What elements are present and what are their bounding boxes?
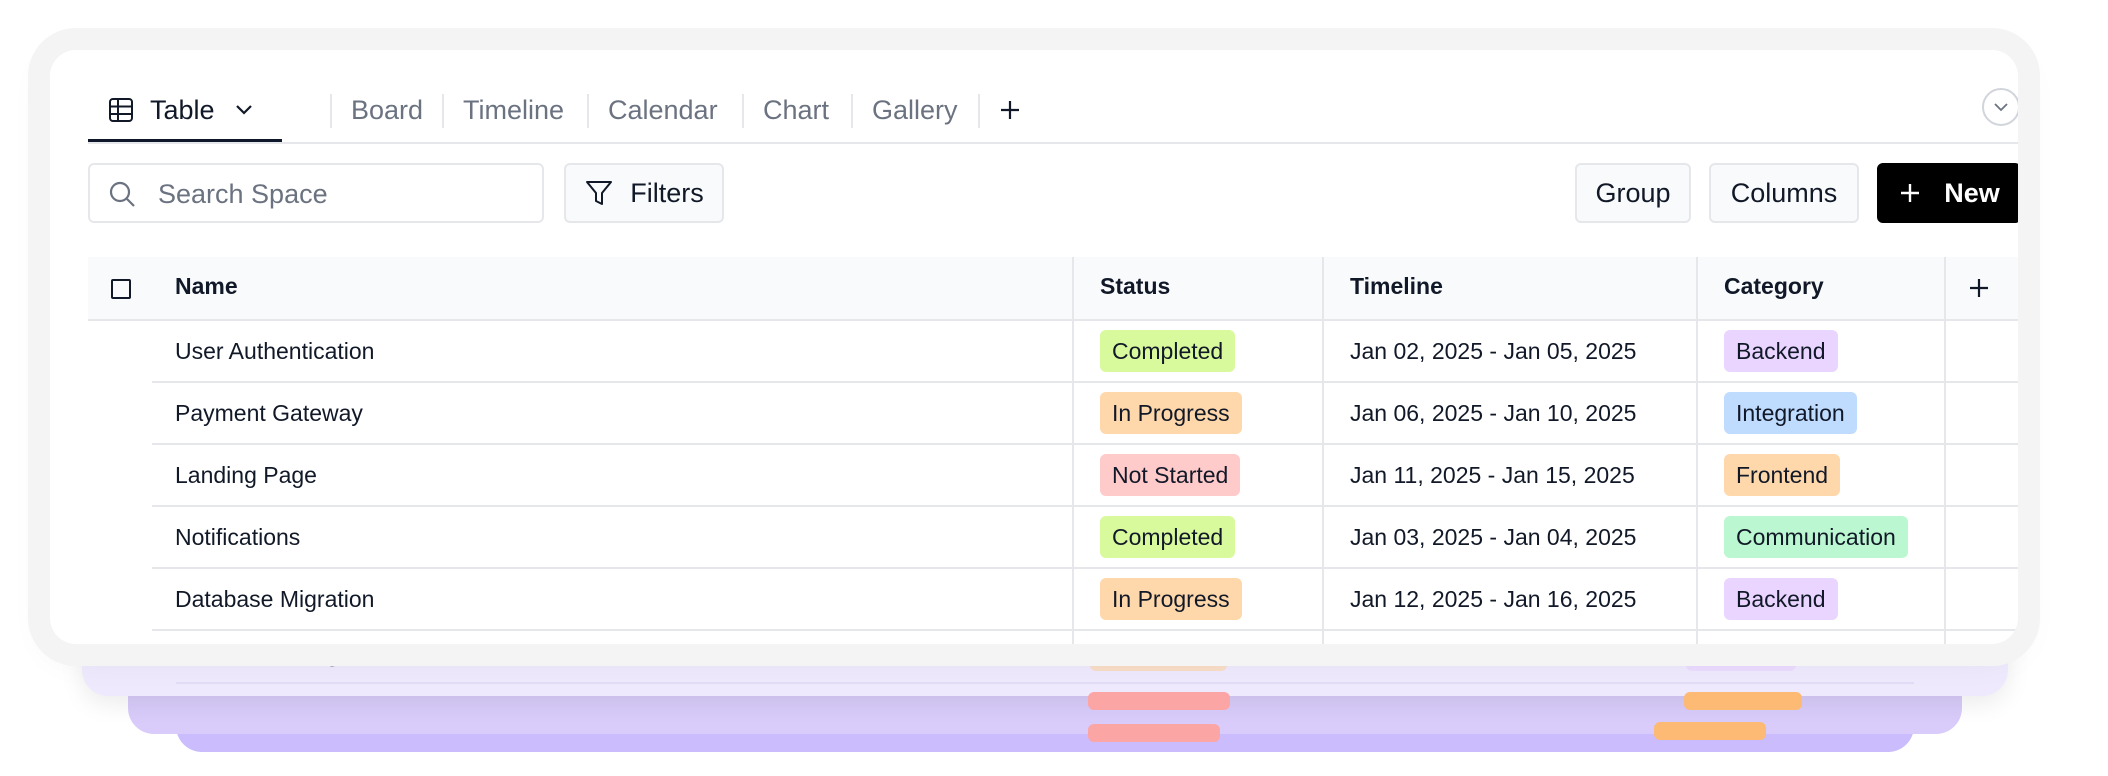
table-grid-icon — [109, 98, 133, 122]
row-name: User Authentication — [175, 338, 375, 364]
row-timeline: Jan 02, 2025 - Jan 05, 2025 — [1350, 338, 1637, 364]
category-badge[interactable]: Backend — [1724, 330, 1838, 372]
ghost-status-fragment — [1088, 724, 1220, 742]
add-view-button[interactable] — [998, 90, 1022, 130]
search-box — [88, 163, 544, 223]
filter-icon — [586, 181, 613, 205]
table-row[interactable]: Database Migration In Progress Jan 12, 202… — [88, 569, 2018, 631]
row-name: Database Migration — [175, 586, 375, 612]
chevron-down-icon — [1994, 103, 2008, 112]
row-name: Landing Page — [175, 462, 317, 488]
table-row[interactable]: Landing Page Not Started Jan 11, 2025 - Ja… — [88, 445, 2018, 507]
status-badge[interactable]: In Progress — [1100, 392, 1242, 434]
tab-table[interactable]: Table — [108, 90, 255, 130]
ghost-category-fragment — [1654, 722, 1766, 740]
tab-divider — [330, 94, 332, 128]
plus-icon — [1970, 279, 1988, 297]
tab-divider — [742, 94, 744, 128]
row-divider — [152, 629, 2018, 631]
category-badge[interactable]: Frontend — [1724, 454, 1841, 496]
filters-label: Filters — [630, 177, 704, 208]
select-all-checkbox[interactable] — [111, 279, 131, 299]
group-button[interactable]: Group — [1575, 163, 1691, 223]
category-badge[interactable]: Communication — [1724, 516, 1908, 558]
ghost-status-fragment — [1088, 692, 1230, 710]
view-tabs: Table Board Timeline Calendar Chart Gall… — [88, 78, 2018, 144]
column-header-timeline[interactable]: Timeline — [1350, 273, 1443, 300]
row-name: Payment Gateway — [175, 400, 363, 426]
tab-timeline[interactable]: Timeline — [463, 90, 564, 130]
ghost-divider — [176, 682, 1914, 684]
table-view-card: Table Board Timeline Calendar Chart Gall… — [50, 50, 2018, 644]
plus-icon — [1901, 184, 1920, 202]
column-divider — [1322, 257, 1324, 644]
column-header-category[interactable]: Category — [1724, 273, 1824, 300]
column-header-status[interactable]: Status — [1100, 273, 1170, 300]
status-badge[interactable]: Completed — [1100, 330, 1236, 372]
chevron-down-icon — [235, 105, 252, 115]
plus-icon — [1001, 101, 1019, 119]
add-column-button[interactable] — [1960, 269, 1998, 307]
table-row[interactable]: Payment Gateway In Progress Jan 06, 2025 -… — [88, 383, 2018, 445]
tab-divider — [978, 94, 980, 128]
table-row[interactable]: User Authentication Completed Jan 02, 2025… — [88, 321, 2018, 383]
tab-divider — [442, 94, 444, 128]
row-timeline: Jan 11, 2025 - Jan 15, 2025 — [1350, 462, 1635, 488]
tab-table-label: Table — [150, 94, 215, 125]
column-divider — [1072, 257, 1074, 644]
active-tab-indicator — [88, 139, 282, 142]
tab-divider — [851, 94, 853, 128]
ghost-row-timeline: Jan 12, 2025 - Jan 16, 2025 — [1328, 642, 1602, 667]
ghost-row-name: Database Migration — [203, 642, 394, 667]
tab-chart[interactable]: Chart — [763, 90, 829, 130]
row-timeline: Jan 06, 2025 - Jan 10, 2025 — [1350, 400, 1637, 426]
tab-calendar[interactable]: Calendar — [608, 90, 718, 130]
new-button[interactable]: New — [1877, 163, 2018, 223]
column-header-name[interactable]: Name — [175, 273, 238, 300]
column-divider — [1696, 257, 1698, 644]
status-badge[interactable]: Completed — [1100, 516, 1236, 558]
status-badge[interactable]: Not Started — [1100, 454, 1241, 496]
new-label: New — [1944, 177, 2000, 208]
filters-button[interactable]: Filters — [564, 163, 724, 223]
column-divider — [1944, 257, 1946, 644]
search-icon — [109, 181, 135, 207]
tab-board[interactable]: Board — [351, 90, 423, 130]
category-badge[interactable]: Integration — [1724, 392, 1857, 434]
columns-button[interactable]: Columns — [1709, 163, 1859, 223]
tab-divider — [587, 94, 589, 128]
ghost-category-fragment — [1684, 692, 1802, 710]
collapse-button[interactable] — [1982, 88, 2018, 126]
row-timeline: Jan 12, 2025 - Jan 16, 2025 — [1350, 586, 1637, 612]
tab-gallery[interactable]: Gallery — [872, 90, 958, 130]
status-badge[interactable]: In Progress — [1100, 578, 1242, 620]
table-header: Name Status Timeline Category — [88, 257, 2018, 321]
search-input[interactable] — [156, 175, 530, 213]
row-name: Notifications — [175, 524, 301, 550]
row-timeline: Jan 03, 2025 - Jan 04, 2025 — [1350, 524, 1637, 550]
table-row[interactable]: Notifications Completed Jan 03, 2025 - Jan… — [88, 507, 2018, 569]
category-badge[interactable]: Backend — [1724, 578, 1838, 620]
